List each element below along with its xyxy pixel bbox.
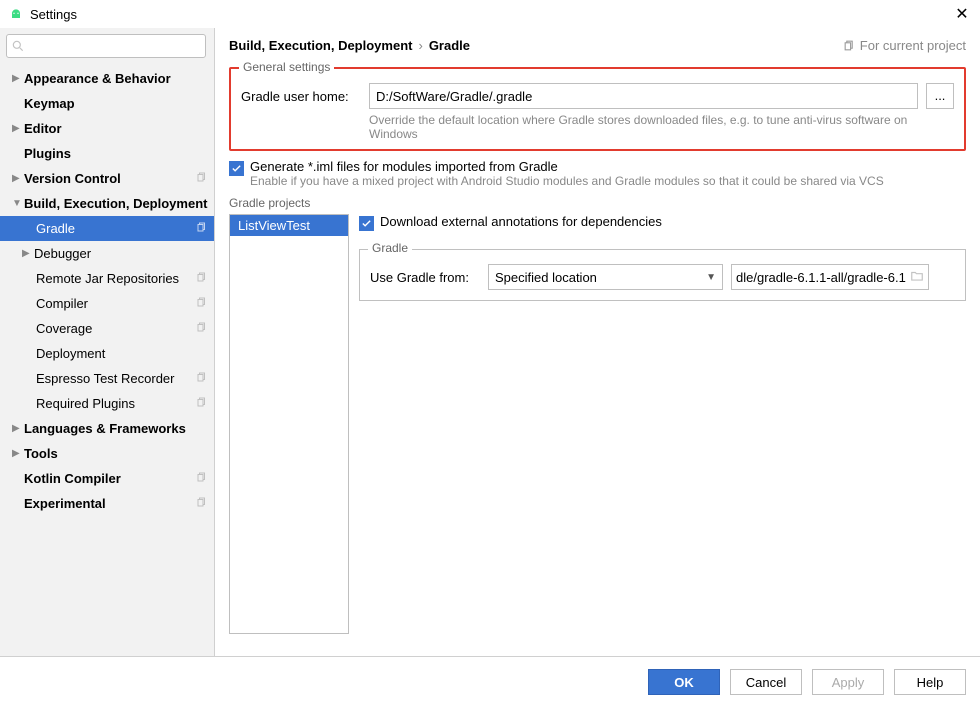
user-home-input[interactable] [369, 83, 918, 109]
breadcrumb-parent[interactable]: Build, Execution, Deployment [229, 38, 412, 53]
tree-compiler[interactable]: Compiler [0, 291, 214, 316]
copy-icon [196, 396, 208, 411]
tree-editor[interactable]: ▶Editor [0, 116, 214, 141]
tree-required-plugins[interactable]: Required Plugins [0, 391, 214, 416]
section-title: Gradle [368, 241, 412, 255]
cancel-button[interactable]: Cancel [730, 669, 802, 695]
copy-icon [196, 471, 208, 486]
copy-icon [196, 221, 208, 236]
user-home-label: Gradle user home: [241, 89, 361, 104]
copy-icon [196, 371, 208, 386]
gradle-path-display[interactable]: dle/gradle-6.1.1-all/gradle-6.1.1 [731, 264, 929, 290]
breadcrumb: Build, Execution, Deployment › Gradle [229, 38, 843, 53]
tree-coverage[interactable]: Coverage [0, 316, 214, 341]
tree-kotlin[interactable]: Kotlin Compiler [0, 466, 214, 491]
tree-espresso[interactable]: Espresso Test Recorder [0, 366, 214, 391]
copy-icon [196, 321, 208, 336]
tree-deployment[interactable]: Deployment [0, 341, 214, 366]
copy-icon [196, 271, 208, 286]
copy-icon [196, 496, 208, 511]
gradle-subsection: Gradle Use Gradle from: Specified locati… [359, 249, 966, 301]
tree-appearance[interactable]: ▶Appearance & Behavior [0, 66, 214, 91]
generate-iml-hint: Enable if you have a mixed project with … [250, 174, 966, 188]
tree-tools[interactable]: ▶Tools [0, 441, 214, 466]
ok-button[interactable]: OK [648, 669, 720, 695]
close-button[interactable]: ✕ [952, 4, 972, 24]
chevron-right-icon: › [418, 38, 422, 53]
copy-icon [843, 39, 856, 52]
settings-sidebar: ▶Appearance & Behavior Keymap ▶Editor Pl… [0, 28, 215, 656]
help-button[interactable]: Help [894, 669, 966, 695]
apply-button: Apply [812, 669, 884, 695]
android-logo-icon [8, 6, 24, 22]
window-title: Settings [30, 7, 952, 22]
folder-icon[interactable] [910, 269, 924, 286]
gradle-path-value: dle/gradle-6.1.1-all/gradle-6.1.1 [736, 270, 906, 285]
project-list-item[interactable]: ListViewTest [230, 215, 348, 236]
search-input[interactable] [29, 39, 201, 53]
user-home-hint: Override the default location where Grad… [369, 113, 954, 141]
section-title: General settings [239, 60, 334, 74]
tree-keymap[interactable]: Keymap [0, 91, 214, 116]
generate-iml-checkbox[interactable] [229, 161, 244, 176]
tree-debugger[interactable]: ▶Debugger [0, 241, 214, 266]
copy-icon [196, 171, 208, 186]
use-gradle-from-label: Use Gradle from: [370, 270, 480, 285]
tree-remote-jar[interactable]: Remote Jar Repositories [0, 266, 214, 291]
project-scope-tag: For current project [843, 38, 966, 53]
generate-iml-row[interactable]: Generate *.iml files for modules importe… [229, 159, 966, 188]
general-settings-section: General settings Gradle user home: ... O… [229, 67, 966, 151]
dialog-footer: OK Cancel Apply Help [0, 656, 980, 707]
tree-vcs[interactable]: ▶Version Control [0, 166, 214, 191]
tree-plugins[interactable]: Plugins [0, 141, 214, 166]
use-gradle-from-select[interactable]: Specified location ▼ [488, 264, 723, 290]
tree-experimental[interactable]: Experimental [0, 491, 214, 516]
search-icon [11, 39, 25, 53]
download-annotations-label: Download external annotations for depend… [380, 214, 966, 229]
settings-tree: ▶Appearance & Behavior Keymap ▶Editor Pl… [0, 64, 214, 656]
chevron-down-icon: ▼ [706, 272, 716, 283]
tree-bed[interactable]: ▼Build, Execution, Deployment [0, 191, 214, 216]
project-list[interactable]: ListViewTest [229, 214, 349, 634]
tree-gradle[interactable]: Gradle [0, 216, 214, 241]
download-annotations-row[interactable]: Download external annotations for depend… [359, 214, 966, 231]
select-value: Specified location [495, 270, 597, 285]
browse-button[interactable]: ... [926, 83, 954, 109]
gradle-projects-label: Gradle projects [229, 196, 966, 210]
search-input-wrapper[interactable] [6, 34, 206, 58]
breadcrumb-current: Gradle [429, 38, 470, 53]
copy-icon [196, 296, 208, 311]
tree-lang[interactable]: ▶Languages & Frameworks [0, 416, 214, 441]
download-annotations-checkbox[interactable] [359, 216, 374, 231]
generate-iml-label: Generate *.iml files for modules importe… [250, 159, 966, 174]
